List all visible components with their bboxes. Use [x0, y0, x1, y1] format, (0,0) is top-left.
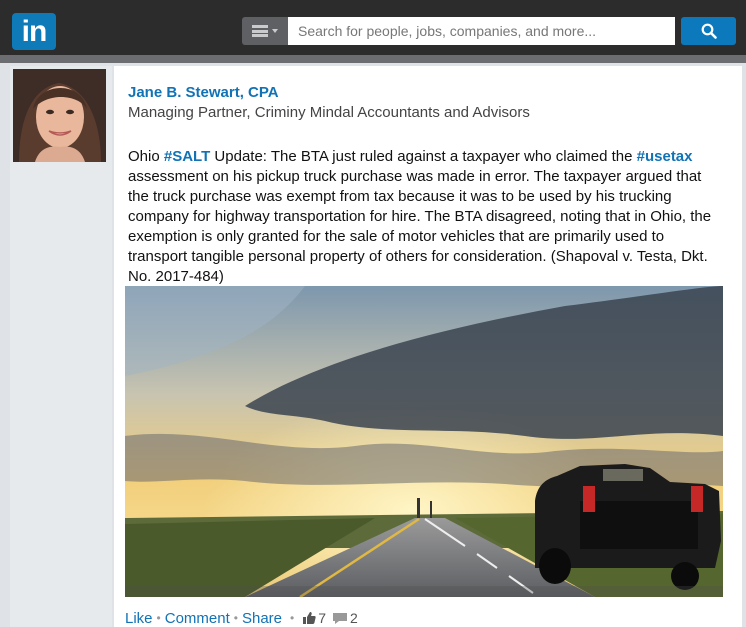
search-icon — [701, 23, 717, 39]
comment-icon[interactable] — [332, 612, 348, 625]
comments-count[interactable]: 2 — [350, 610, 358, 626]
post-text: Ohio — [128, 148, 164, 165]
like-link[interactable]: Like — [125, 610, 153, 627]
thumbs-up-icon[interactable] — [302, 611, 316, 625]
post-actions: Like • Comment • Share • 7 2 — [125, 609, 364, 627]
search-menu-button[interactable] — [242, 17, 288, 45]
author-avatar[interactable] — [13, 69, 106, 162]
search-input[interactable] — [288, 17, 675, 45]
top-navigation-bar: in — [0, 0, 746, 55]
separator-dot: • — [233, 611, 238, 625]
search-button[interactable] — [681, 17, 736, 45]
post-text: assessment on his pickup truck purchase … — [128, 168, 712, 285]
author-name[interactable]: Jane B. Stewart, CPA — [128, 84, 279, 101]
author-headline: Managing Partner, Criminy Mindal Account… — [128, 104, 530, 121]
linkedin-logo[interactable]: in — [12, 13, 56, 50]
menu-icon — [252, 25, 268, 37]
separator-dot: • — [156, 611, 161, 625]
hashtag-salt[interactable]: #SALT — [164, 148, 210, 165]
post-text: Update: The BTA just ruled against a tax… — [210, 148, 637, 165]
chevron-down-icon — [272, 29, 278, 33]
comment-link[interactable]: Comment — [165, 610, 230, 627]
post-image[interactable] — [125, 286, 723, 597]
hashtag-usetax[interactable]: #usetax — [637, 148, 693, 165]
likes-count[interactable]: 7 — [318, 610, 326, 626]
separator-dot: • — [290, 611, 295, 625]
header-divider — [0, 55, 746, 63]
post-body: Ohio #SALT Update: The BTA just ruled ag… — [128, 147, 723, 287]
share-link[interactable]: Share — [242, 610, 282, 627]
